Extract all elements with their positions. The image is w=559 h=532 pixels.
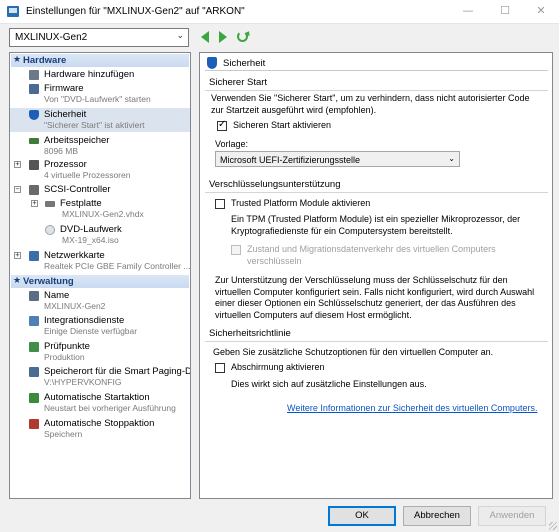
template-dropdown-value: Microsoft UEFI-Zertifizierungsstelle [220, 155, 361, 165]
name-icon [29, 291, 39, 301]
tree-item-hard-disk[interactable]: + Festplatte MXLINUX-Gen2.vhdx [10, 197, 190, 221]
secure-boot-description: Verwenden Sie "Sicherer Start", um zu ve… [211, 93, 530, 115]
add-hardware-icon [29, 70, 39, 80]
template-label: Vorlage: [215, 139, 249, 149]
tree-item-smart-paging[interactable]: Speicherort für die Smart Paging-D... V:… [10, 365, 190, 389]
tree-item-security[interactable]: Sicherheit "Sicherer Start" ist aktivier… [10, 108, 190, 132]
hard-disk-icon [45, 201, 55, 207]
settings-tree: ★ Hardware Hardware hinzufügen Firmware … [9, 52, 191, 499]
security-policy-group: Sicherheitsrichtlinie Geben Sie zusätzli… [205, 328, 548, 398]
settings-window-icon [7, 6, 19, 17]
firmware-icon [29, 84, 39, 94]
tree-item-processor[interactable]: + Prozessor 4 virtuelle Prozessoren [10, 158, 190, 182]
expand-icon[interactable]: + [14, 161, 21, 168]
vm-selector[interactable]: MXLINUX-Gen2 ⌄ [9, 28, 189, 47]
encryption-info: Zur Unterstützung der Verschlüsselung mu… [215, 275, 535, 320]
collapse-icon[interactable]: − [14, 186, 21, 193]
memory-icon [29, 138, 39, 144]
maximize-button[interactable]: ☐ [487, 0, 523, 24]
template-dropdown[interactable]: Microsoft UEFI-Zertifizierungsstelle ⌄ [215, 151, 460, 167]
tree-item-auto-stop[interactable]: Automatische Stoppaktion Speichern [10, 417, 190, 441]
pane-header: Sicherheit [205, 56, 548, 71]
tree-item-integration-services[interactable]: Integrationsdienste Einige Dienste verfü… [10, 314, 190, 338]
tpm-checkbox[interactable] [215, 199, 225, 209]
tpm-description: Ein TPM (Trusted Platform Module) ist ei… [231, 214, 521, 236]
vm-selector-value: MXLINUX-Gen2 [15, 32, 88, 43]
secure-boot-checkbox-label[interactable]: Sicheren Start aktivieren [233, 120, 331, 132]
tree-item-checkpoints[interactable]: Prüfpunkte Produktion [10, 340, 190, 364]
shielding-note: Dies wirkt sich auf zusätzliche Einstell… [231, 379, 427, 389]
secure-boot-checkbox[interactable] [217, 119, 227, 131]
encrypt-state-checkbox[interactable] [231, 245, 241, 255]
encryption-group: Verschlüsselungsunterstützung Trusted Pl… [205, 179, 548, 320]
chevron-down-icon: ⌄ [448, 154, 455, 163]
tpm-checkbox-label[interactable]: Trusted Platform Module aktivieren [231, 198, 370, 210]
settings-pane: Sicherheit Sicherer Start Verwenden Sie … [199, 52, 553, 499]
autostart-icon [29, 393, 39, 403]
policy-description: Geben Sie zusätzliche Schutzoptionen für… [213, 347, 494, 357]
star-icon: ★ [13, 55, 22, 65]
expand-icon[interactable]: + [14, 252, 21, 259]
minimize-button[interactable]: — [450, 0, 486, 24]
cancel-button[interactable]: Abbrechen [403, 506, 471, 526]
back-arrow-icon[interactable] [198, 30, 212, 44]
paging-icon [29, 367, 39, 377]
group-title: Sicherheitsrichtlinie [209, 328, 291, 339]
secure-boot-group: Sicherer Start Verwenden Sie "Sicherer S… [205, 77, 548, 177]
tree-item-firmware[interactable]: Firmware Von "DVD-Laufwerk" starten [10, 82, 190, 106]
tree-item-dvd-drive[interactable]: DVD-Laufwerk MX-19_x64.iso [10, 223, 190, 247]
refresh-icon[interactable] [236, 30, 250, 44]
window-title: Einstellungen für "MXLINUX-Gen2" auf "AR… [26, 6, 245, 17]
expand-icon[interactable]: + [31, 200, 38, 207]
shielding-checkbox-label[interactable]: Abschirmung aktivieren [231, 362, 325, 374]
dvd-icon [45, 225, 55, 235]
apply-button[interactable]: Anwenden [478, 506, 546, 526]
management-section-header[interactable]: ★ Verwaltung [11, 275, 189, 288]
tree-item-name[interactable]: Name MXLINUX-Gen2 [10, 289, 190, 313]
hardware-section-header[interactable]: ★ Hardware [11, 54, 189, 67]
star-icon: ★ [13, 276, 22, 286]
resize-grip-icon[interactable] [549, 522, 557, 530]
processor-icon [29, 160, 39, 170]
toolbar: MXLINUX-Gen2 ⌄ [0, 24, 559, 50]
checkpoint-icon [29, 342, 39, 352]
shield-icon [29, 110, 39, 120]
tree-item-memory[interactable]: Arbeitsspeicher 8096 MB [10, 134, 190, 158]
more-info-link[interactable]: Weitere Informationen zur Sicherheit des… [287, 403, 537, 413]
encrypt-state-label[interactable]: Zustand und Migrationsdatenverkehr des v… [247, 244, 537, 267]
forward-arrow-icon[interactable] [216, 30, 230, 44]
network-icon [29, 251, 39, 261]
group-title: Sicherer Start [209, 77, 268, 88]
title-bar: Einstellungen für "MXLINUX-Gen2" auf "AR… [0, 0, 559, 24]
tree-item-network-adapter[interactable]: + Netzwerkkarte Realtek PCIe GBE Family … [10, 249, 190, 273]
scsi-icon [29, 185, 39, 195]
shield-icon [207, 57, 217, 69]
ok-button[interactable]: OK [328, 506, 396, 526]
group-title: Verschlüsselungsunterstützung [209, 179, 341, 190]
close-button[interactable]: ✕ [523, 0, 559, 24]
pane-title: Sicherheit [223, 58, 266, 69]
tree-item-auto-start[interactable]: Automatische Startaktion Neustart bei vo… [10, 391, 190, 415]
chevron-down-icon: ⌄ [176, 31, 184, 41]
integration-icon [29, 316, 39, 326]
shielding-checkbox[interactable] [215, 363, 225, 373]
autostop-icon [29, 419, 39, 429]
